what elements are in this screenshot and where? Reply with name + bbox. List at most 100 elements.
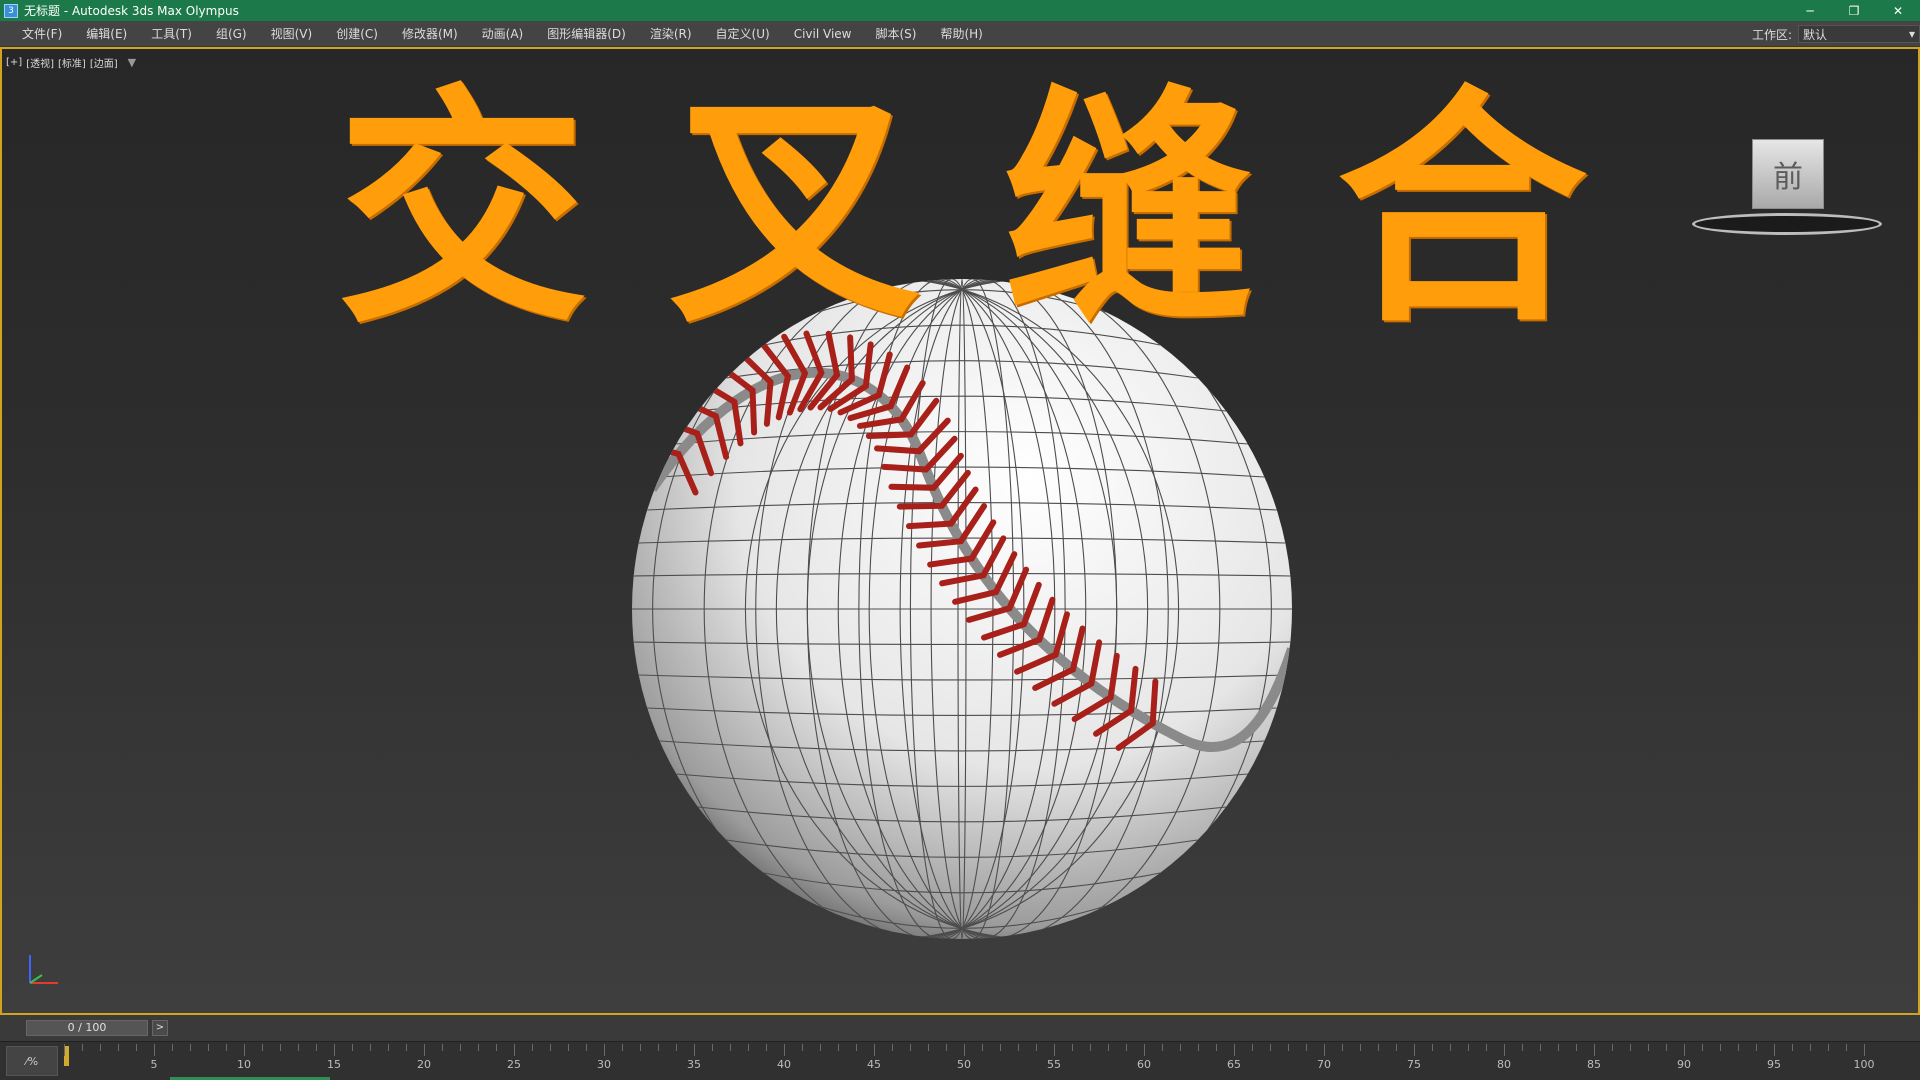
frame-tick bbox=[1234, 1044, 1235, 1056]
frame-tick bbox=[334, 1044, 335, 1056]
frame-tick bbox=[460, 1044, 461, 1051]
overlay-char: 缝 bbox=[1003, 62, 1254, 356]
frame-tick bbox=[784, 1044, 785, 1056]
frame-tick-label: 75 bbox=[1407, 1058, 1421, 1071]
frame-tick-label: 90 bbox=[1677, 1058, 1691, 1071]
frame-tick bbox=[856, 1044, 857, 1051]
frame-tick bbox=[1612, 1044, 1613, 1051]
frame-tick bbox=[1198, 1044, 1199, 1051]
frame-tick bbox=[532, 1044, 533, 1051]
filter-icon[interactable]: ▼ bbox=[128, 56, 136, 69]
frame-tick-label: 85 bbox=[1587, 1058, 1601, 1071]
baseball-model[interactable] bbox=[622, 269, 1302, 949]
frame-tick bbox=[478, 1044, 479, 1051]
chevron-down-icon: ▾ bbox=[1908, 27, 1915, 41]
window-title: 无标题 - Autodesk 3ds Max Olympus bbox=[24, 4, 239, 18]
menu-graph-editors[interactable]: 图形编辑器(D) bbox=[535, 21, 638, 47]
menu-rendering[interactable]: 渲染(R) bbox=[638, 21, 704, 47]
frame-tick bbox=[1504, 1044, 1505, 1056]
frame-tick bbox=[1144, 1044, 1145, 1056]
menu-civil-view[interactable]: Civil View bbox=[782, 21, 864, 47]
frame-tick bbox=[1360, 1044, 1361, 1051]
overlay-char: 合 bbox=[1336, 62, 1587, 356]
next-frame-button[interactable]: > bbox=[152, 1020, 168, 1036]
restore-button[interactable]: ❐ bbox=[1832, 0, 1876, 21]
frame-tick-label: 60 bbox=[1137, 1058, 1151, 1071]
viewport-display-menu[interactable]: [边面] bbox=[90, 55, 118, 70]
frame-tick bbox=[1828, 1044, 1829, 1051]
menu-animation[interactable]: 动画(A) bbox=[470, 21, 536, 47]
frame-tick bbox=[892, 1044, 893, 1051]
frame-tick-label: 100 bbox=[1853, 1058, 1875, 1071]
minimize-button[interactable]: ─ bbox=[1788, 0, 1832, 21]
frame-tick bbox=[244, 1044, 245, 1056]
menu-modifiers[interactable]: 修改器(M) bbox=[390, 21, 470, 47]
frame-tick bbox=[658, 1044, 659, 1051]
frame-tick bbox=[640, 1044, 641, 1051]
viewport-point-of-view-menu[interactable]: [透视] bbox=[26, 55, 54, 70]
workspace-selector: 工作区: 默认 ▾ bbox=[1752, 21, 1920, 47]
menu-help[interactable]: 帮助(H) bbox=[928, 21, 994, 47]
frame-tick bbox=[406, 1044, 407, 1051]
frame-tick bbox=[442, 1044, 443, 1051]
frame-tick bbox=[1468, 1044, 1469, 1051]
menu-edit[interactable]: 编辑(E) bbox=[74, 21, 139, 47]
track-bar-toggle-button[interactable]: ⁄% bbox=[6, 1046, 58, 1076]
frame-tick bbox=[820, 1044, 821, 1051]
viewcube[interactable]: 前 bbox=[1692, 139, 1882, 249]
frame-tick bbox=[1558, 1044, 1559, 1051]
frame-tick-label: 80 bbox=[1497, 1058, 1511, 1071]
frame-tick bbox=[1342, 1044, 1343, 1051]
frame-tick bbox=[370, 1044, 371, 1051]
frame-tick-label: 35 bbox=[687, 1058, 701, 1071]
frame-tick bbox=[1540, 1044, 1541, 1051]
frame-tick bbox=[1864, 1044, 1865, 1056]
workspace-dropdown[interactable]: 默认 ▾ bbox=[1798, 25, 1920, 43]
frame-tick bbox=[604, 1044, 605, 1056]
frame-tick bbox=[1720, 1044, 1721, 1051]
menu-group[interactable]: 组(G) bbox=[204, 21, 259, 47]
frame-tick bbox=[568, 1044, 569, 1051]
frame-tick bbox=[1054, 1044, 1055, 1056]
frame-tick bbox=[64, 1044, 65, 1056]
frame-tick bbox=[1180, 1044, 1181, 1051]
frame-tick-label: 50 bbox=[957, 1058, 971, 1071]
viewcube-compass-ring[interactable] bbox=[1692, 213, 1882, 235]
time-slider-bar: 0 / 100 > bbox=[0, 1015, 1920, 1041]
menu-views[interactable]: 视图(V) bbox=[259, 21, 325, 47]
close-button[interactable]: ✕ bbox=[1876, 0, 1920, 21]
frame-tick bbox=[1108, 1044, 1109, 1051]
menu-bar: 文件(F) 编辑(E) 工具(T) 组(G) 视图(V) 创建(C) 修改器(M… bbox=[0, 21, 1920, 47]
frame-tick bbox=[1810, 1044, 1811, 1051]
frame-tick bbox=[514, 1044, 515, 1056]
perspective-viewport[interactable]: [+] [透视] [标准] [边面] ▼ 交 叉 缝 合 前 bbox=[0, 47, 1920, 1015]
menu-tools[interactable]: 工具(T) bbox=[139, 21, 204, 47]
frame-tick bbox=[1486, 1044, 1487, 1051]
app-logo-icon[interactable]: 3 bbox=[4, 3, 18, 18]
frame-tick-label: 15 bbox=[327, 1058, 341, 1071]
frame-tick-label: 45 bbox=[867, 1058, 881, 1071]
frame-tick bbox=[1216, 1044, 1217, 1051]
frame-tick bbox=[1396, 1044, 1397, 1051]
frame-tick bbox=[1648, 1044, 1649, 1051]
time-slider[interactable]: 0 / 100 bbox=[26, 1020, 148, 1036]
menu-scripting[interactable]: 脚本(S) bbox=[863, 21, 928, 47]
frame-tick bbox=[388, 1044, 389, 1051]
frame-tick bbox=[730, 1044, 731, 1051]
frame-tick bbox=[208, 1044, 209, 1051]
viewport-plus-menu[interactable]: [+] bbox=[6, 57, 22, 68]
frame-tick bbox=[1306, 1044, 1307, 1051]
frame-tick bbox=[1792, 1044, 1793, 1051]
viewcube-front-face[interactable]: 前 bbox=[1752, 139, 1824, 209]
menu-customize[interactable]: 自定义(U) bbox=[704, 21, 782, 47]
frame-tick bbox=[802, 1044, 803, 1051]
menu-file[interactable]: 文件(F) bbox=[10, 21, 74, 47]
frame-tick-label: 5 bbox=[150, 1058, 158, 1071]
viewport-shading-menu[interactable]: [标准] bbox=[58, 55, 86, 70]
track-bar-area[interactable]: 5 10 15 20 25 30 35 40 45 50 55 60 65 70 75 80 85 90 95 100 bbox=[64, 1042, 1875, 1080]
menu-create[interactable]: 创建(C) bbox=[324, 21, 390, 47]
frame-tick bbox=[712, 1044, 713, 1051]
frame-tick-label: 30 bbox=[597, 1058, 611, 1071]
frame-tick bbox=[676, 1044, 677, 1051]
frame-tick bbox=[1846, 1044, 1847, 1051]
